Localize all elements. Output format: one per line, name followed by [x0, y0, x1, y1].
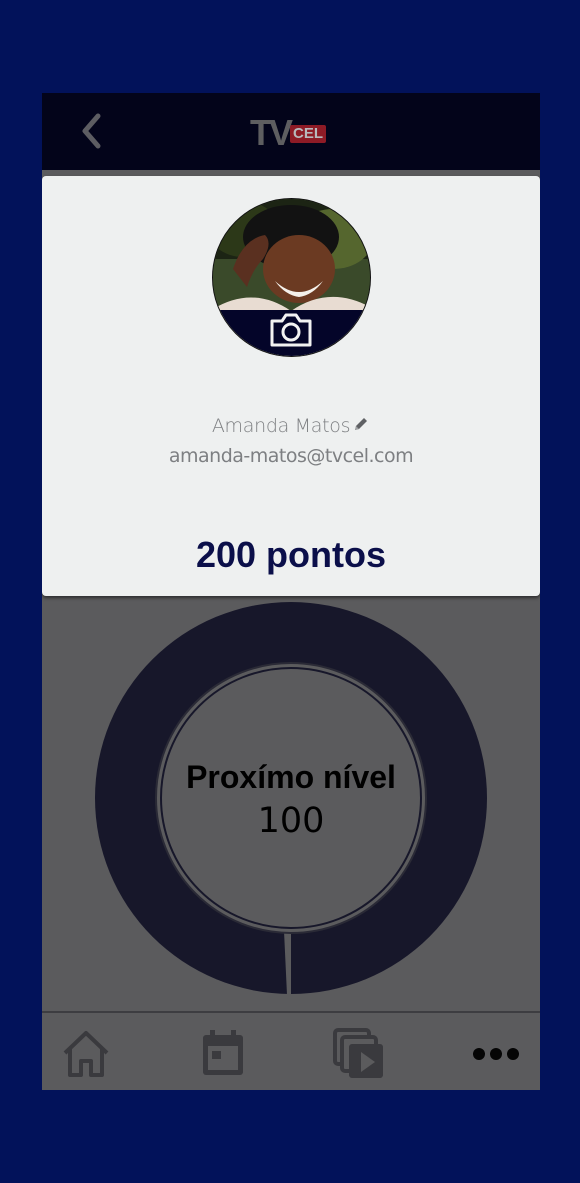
pencil-icon[interactable] — [352, 415, 370, 433]
bottom-navigation — [42, 1011, 540, 1090]
calendar-icon — [203, 1030, 243, 1075]
app-screen: TV CEL Amanda Matos amanda-matos@tvcel.c… — [42, 93, 540, 1090]
back-button[interactable] — [72, 111, 112, 151]
points-total: 200 pontos — [195, 534, 387, 575]
profile-card: Amanda Matos amanda-matos@tvcel.com 200 … — [42, 176, 540, 596]
next-level-label: Proxímo nível — [186, 759, 396, 795]
camera-icon[interactable] — [268, 311, 314, 349]
progress-ring-inner — [155, 662, 427, 934]
chevron-left-icon — [82, 113, 101, 149]
nav-home[interactable] — [59, 1027, 113, 1081]
home-icon — [63, 1031, 109, 1077]
app-bar: TV CEL — [42, 93, 540, 170]
nav-more[interactable] — [469, 1027, 523, 1081]
more-icon — [473, 1048, 519, 1060]
level-progress: Proxímo nível 100 — [94, 601, 488, 995]
video-library-icon — [333, 1028, 383, 1078]
progress-ring — [95, 602, 487, 995]
app-logo: TV CEL — [250, 113, 332, 153]
logo-tv-text: TV — [250, 112, 293, 153]
nav-videos[interactable] — [332, 1027, 386, 1081]
user-name-row: Amanda Matos — [42, 415, 540, 437]
nav-calendar[interactable] — [196, 1027, 250, 1081]
logo-cel-badge: CEL — [290, 125, 326, 143]
user-name: Amanda Matos — [211, 415, 351, 437]
avatar[interactable] — [212, 198, 371, 357]
user-email: amanda-matos@tvcel.com — [168, 445, 414, 467]
next-level-value: 100 — [257, 801, 325, 841]
